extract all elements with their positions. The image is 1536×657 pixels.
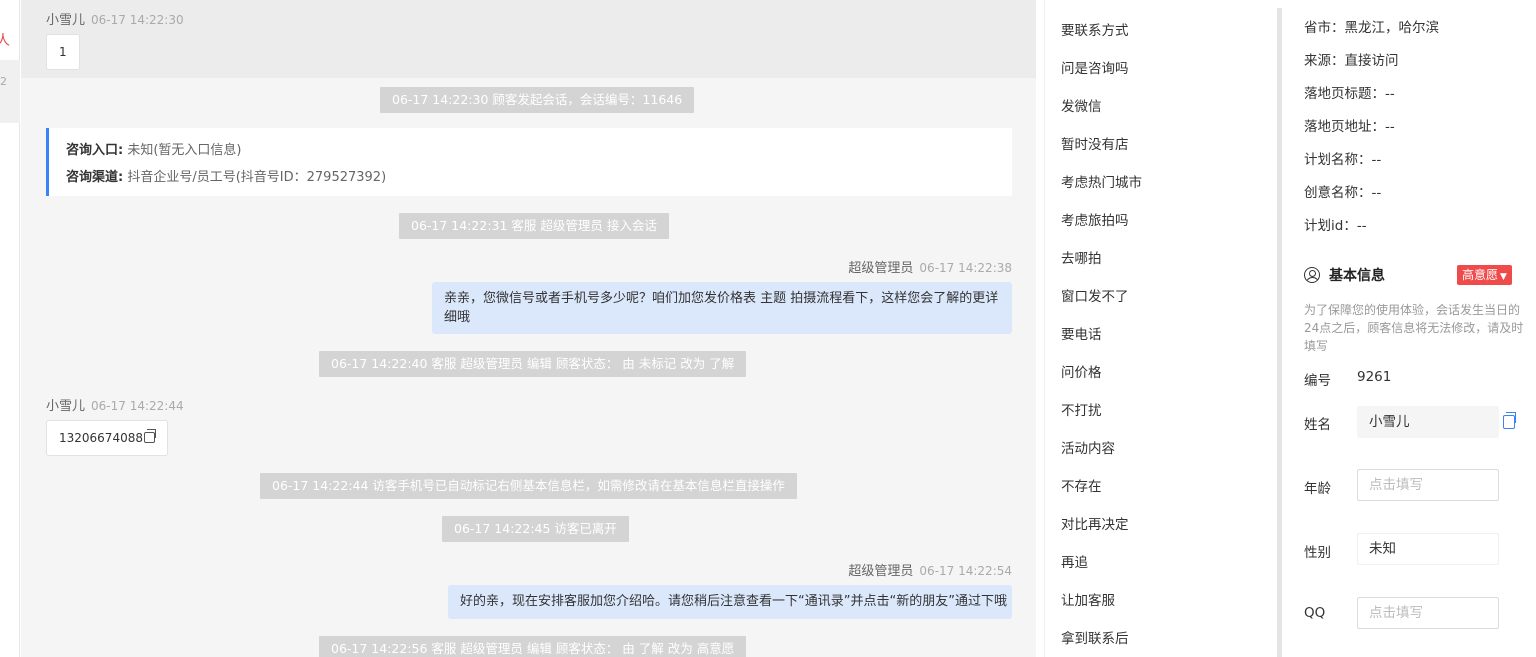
system-message: 06-17 14:22:45 访客已离开 [442,516,629,542]
qq-field[interactable]: 点击填写 [1357,597,1499,629]
system-message: 06-17 14:22:31 客服 超级管理员 接入会话 [399,213,669,239]
quick-reply-item[interactable]: 考虑旅拍吗 [1045,202,1270,240]
info-landing-title: 落地页标题：-- [1304,82,1395,102]
quick-reply-item[interactable]: 问是咨询吗 [1045,50,1270,88]
basic-info-title: 基本信息 [1304,265,1385,285]
quick-reply-item[interactable]: 活动内容 [1045,430,1270,468]
info-province: 省市：黑龙江，哈尔滨 [1304,16,1439,36]
sender-name: 超级管理员 [848,261,914,276]
left-nav-text: 人 [0,33,10,49]
quick-reply-item[interactable]: 去哪拍 [1045,240,1270,278]
quick-reply-item[interactable]: 再追 [1045,544,1270,582]
info-plan-name: 计划名称：-- [1304,148,1381,168]
message-text: 1 [59,45,67,59]
consult-entry-row: 咨询入口: 未知(暂无入口信息) [66,137,995,164]
quick-reply-item[interactable]: 要联系方式 [1045,12,1270,50]
gender-select[interactable]: 未知 [1357,533,1499,565]
quick-reply-item[interactable]: 问价格 [1045,354,1270,392]
info-source: 来源：直接访问 [1304,49,1399,69]
message-time: 06-17 14:22:30 [91,13,184,27]
info-plan-id: 计划id：-- [1304,214,1367,234]
consult-channel-label: 咨询渠道: [66,170,124,185]
quick-reply-item[interactable]: 对比再决定 [1045,506,1270,544]
message-text: 好的亲，现在安排客服加您介绍哈。请您稍后注意查看一下“通讯录”并点击“新的朋友”… [460,594,1007,609]
info-label: 落地页标题： [1304,86,1385,102]
info-value: -- [1385,86,1395,102]
quick-reply-item[interactable]: 不存在 [1045,468,1270,506]
left-nav-count: 2 [0,75,7,88]
caret-down-icon: ▼ [1500,272,1507,282]
sender-name: 小雪儿 [46,13,86,28]
id-label: 编号 [1304,373,1331,389]
quick-reply-panel: 要联系方式 问是咨询吗 发微信 暂时没有店 考虑热门城市 考虑旅拍吗 去哪拍 窗… [1044,0,1270,657]
sender-name: 超级管理员 [848,564,914,579]
message-time: 06-17 14:22:54 [919,564,1012,578]
info-label: 来源： [1304,53,1345,69]
user-icon [1304,267,1320,283]
panel-divider[interactable] [1277,8,1282,657]
message-text: 13206674088 [59,431,143,445]
info-value: -- [1371,152,1382,168]
info-label: 省市： [1304,20,1345,36]
name-field[interactable]: 小雪儿 [1357,406,1499,438]
info-value: -- [1385,119,1395,135]
consult-info-card: 咨询入口: 未知(暂无入口信息) 咨询渠道: 抖音企业号/员工号(抖音号ID：2… [46,128,1012,196]
incoming-message-bubble: 13206674088 [46,420,168,456]
intent-status-label: 高意愿 [1462,268,1499,282]
intent-status-dropdown[interactable]: 高意愿 ▼ [1457,265,1512,285]
consult-entry-value: 未知(暂无入口信息) [127,143,242,158]
message-meta: 超级管理员 06-17 14:22:38 [848,257,1012,276]
message-meta: 小雪儿 06-17 14:22:30 [46,9,184,28]
sender-name: 小雪儿 [46,399,86,414]
info-creative-name: 创意名称：-- [1304,181,1381,201]
message-meta: 超级管理员 06-17 14:22:54 [848,560,1012,579]
quick-reply-item[interactable]: 窗口发不了 [1045,278,1270,316]
info-value: 直接访问 [1344,53,1399,69]
left-nav-selected[interactable] [0,60,20,123]
info-label: 计划名称： [1304,152,1372,168]
consult-channel-value: 抖音企业号/员工号(抖音号ID：279527392) [127,170,387,185]
edit-notice: 为了保障您的使用体验，会话发生当日的24点之后，顾客信息将无法修改，请及时填写 [1304,303,1524,353]
quick-reply-item[interactable]: 要电话 [1045,316,1270,354]
system-message: 06-17 14:22:30 顾客发起会话，会话编号：11646 [380,87,695,113]
left-nav-strip: 人 2 [0,0,20,657]
consult-channel-row: 咨询渠道: 抖音企业号/员工号(抖音号ID：279527392) [66,164,995,191]
outgoing-message-bubble: 好的亲，现在安排客服加您介绍哈。请您稍后注意查看一下“通讯录”并点击“新的朋友”… [448,585,1012,619]
chat-panel: 小雪儿 06-17 14:22:30 1 06-17 14:22:30 顾客发起会… [21,0,1036,657]
quick-reply-list: 要联系方式 问是咨询吗 发微信 暂时没有店 考虑热门城市 考虑旅拍吗 去哪拍 窗… [1045,0,1270,657]
basic-info-label: 基本信息 [1329,268,1385,284]
system-message: 06-17 14:22:40 客服 超级管理员 编辑 顾客状态： 由 未标记 改… [319,351,747,377]
quick-reply-item[interactable]: 发微信 [1045,88,1270,126]
info-value: 黑龙江，哈尔滨 [1344,20,1440,36]
message-time: 06-17 14:22:44 [91,399,184,413]
message-text: 亲亲，您微信号或者手机号多少呢？咱们加您发价格表 主题 拍摄流程看下，这样您会了… [444,291,999,325]
system-message: 06-17 14:22:44 访客手机号已自动标记右侧基本信息栏，如需修改请在基… [260,473,797,499]
info-value: -- [1356,218,1367,234]
message-time: 06-17 14:22:38 [919,261,1012,275]
outgoing-message-bubble: 亲亲，您微信号或者手机号多少呢？咱们加您发价格表 主题 拍摄流程看下，这样您会了… [432,282,1012,334]
age-label: 年龄 [1304,481,1331,497]
quick-reply-item[interactable]: 考虑热门城市 [1045,164,1270,202]
quick-reply-item[interactable]: 不打扰 [1045,392,1270,430]
consult-entry-label: 咨询入口: [66,143,124,158]
info-label: 落地页地址： [1304,119,1385,135]
name-label: 姓名 [1304,417,1331,433]
info-landing-url: 落地页地址：-- [1304,115,1395,135]
system-message: 06-17 14:22:56 客服 超级管理员 编辑 顾客状态： 由 了解 改为… [319,636,747,657]
quick-reply-item[interactable]: 让加客服 [1045,582,1270,620]
info-label: 计划id： [1304,218,1357,234]
id-value: 9261 [1357,369,1392,385]
gender-label: 性别 [1304,545,1331,561]
copy-icon[interactable] [1503,412,1516,429]
quick-reply-item[interactable]: 暂时没有店 [1045,126,1270,164]
copy-icon[interactable] [143,429,156,443]
info-label: 创意名称： [1304,185,1372,201]
message-meta: 小雪儿 06-17 14:22:44 [46,395,184,414]
incoming-message-bubble: 1 [46,34,80,70]
customer-info-panel: 省市：黑龙江，哈尔滨 来源：直接访问 落地页标题：-- 落地页地址：-- 计划名… [1290,0,1536,657]
info-value: -- [1371,185,1382,201]
quick-reply-item[interactable]: 拿到联系后 [1045,620,1270,657]
qq-label: QQ [1304,605,1326,621]
age-field[interactable]: 点击填写 [1357,469,1499,501]
